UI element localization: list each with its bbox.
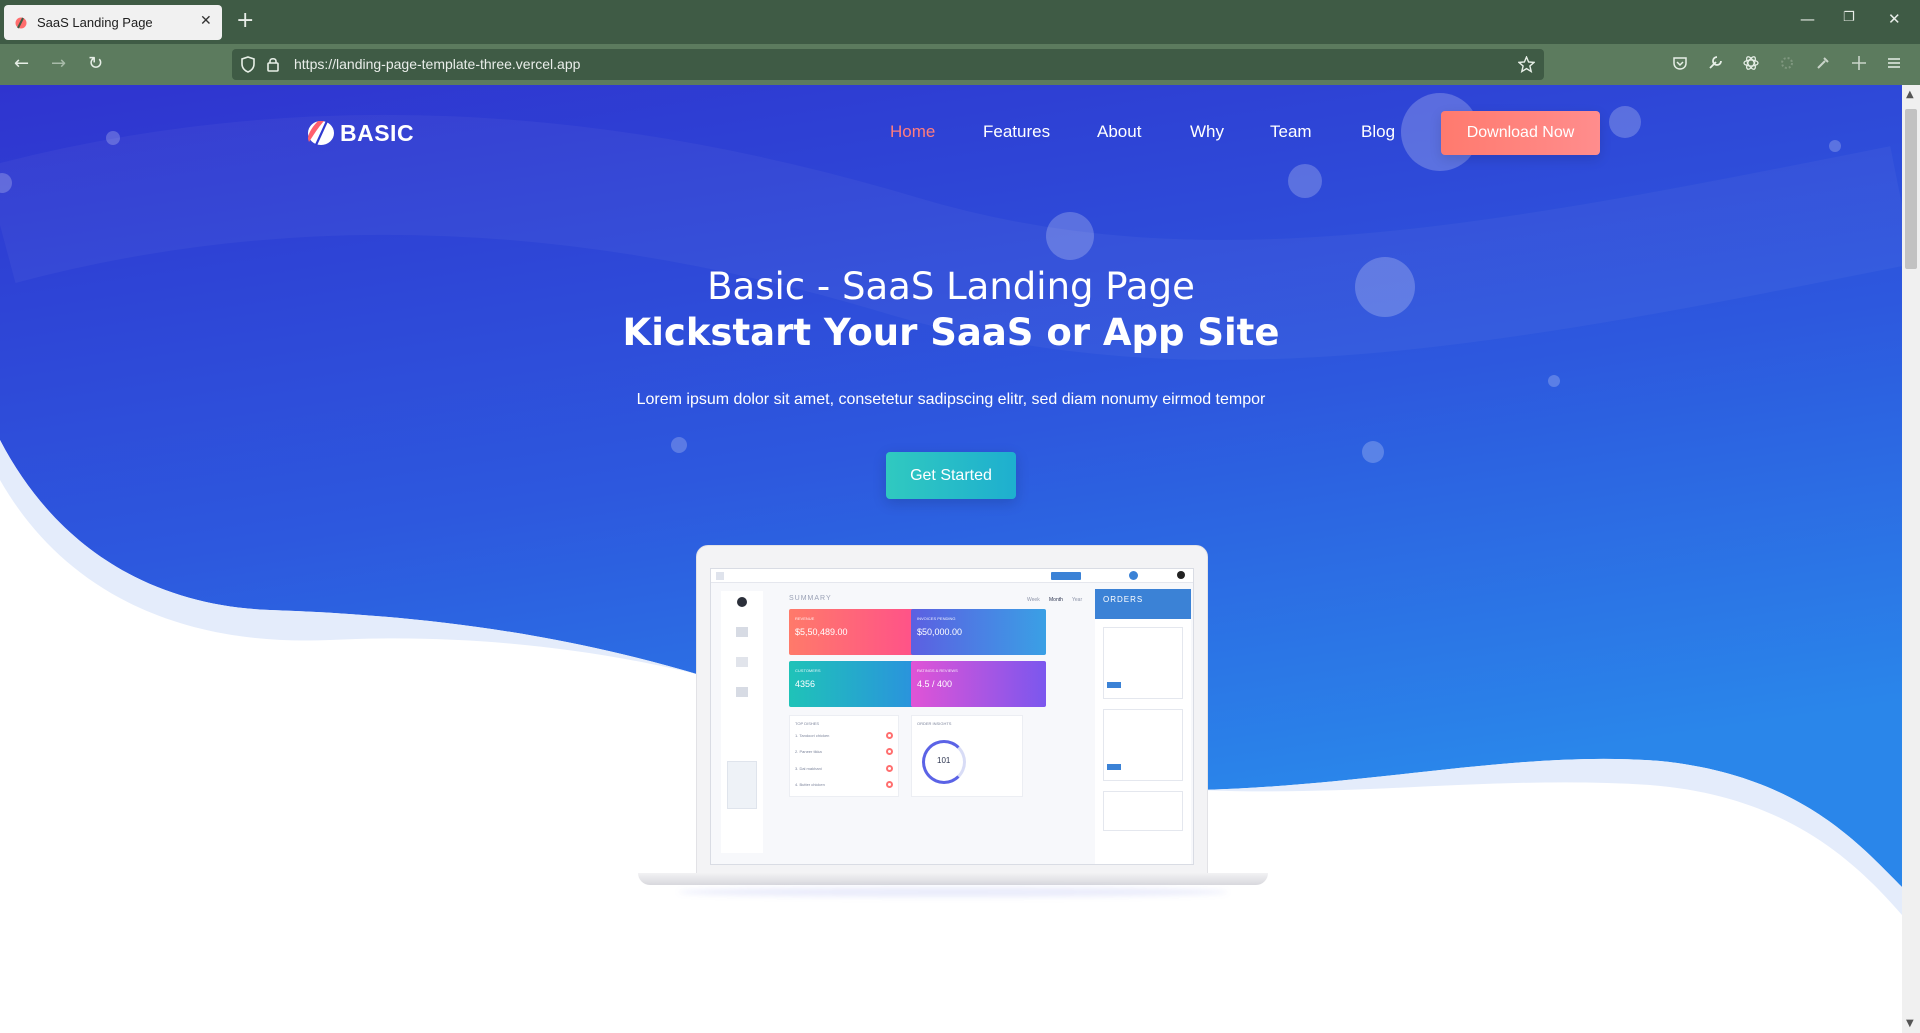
nav-link-why[interactable]: Why (1190, 122, 1224, 142)
logo-mark-icon (308, 120, 334, 146)
hero-title: Basic - SaaS Landing Page (707, 265, 1195, 308)
back-icon[interactable]: ← (14, 53, 29, 75)
url-text: https://landing-page-template-three.verc… (294, 56, 581, 72)
scroll-up-icon[interactable]: ▲ (1906, 89, 1914, 100)
tab-week: Week (1027, 597, 1040, 603)
shield-icon[interactable] (240, 56, 256, 73)
address-bar[interactable]: https://landing-page-template-three.verc… (232, 49, 1544, 80)
extension-gear-icon[interactable] (1779, 55, 1795, 71)
tab-title: SaaS Landing Page (37, 15, 153, 30)
close-window-icon[interactable]: ✕ (1888, 10, 1901, 28)
reload-icon[interactable]: ↻ (88, 53, 103, 75)
scrollbar-thumb[interactable] (1905, 109, 1917, 269)
measure-icon[interactable] (1851, 55, 1867, 71)
bookmark-star-icon[interactable] (1518, 56, 1535, 73)
hero-subtitle: Lorem ipsum dolor sit amet, consetetur s… (636, 391, 1266, 408)
minimize-icon[interactable]: — (1800, 10, 1815, 28)
dashboard-topbar (711, 569, 1193, 583)
hero-headline: Kickstart Your SaaS or App Site (622, 311, 1280, 354)
menu-hamburger-icon[interactable] (1886, 55, 1902, 71)
top-dishes-panel: TOP DISHES 1. Tandoori chicken 2. Paneer… (789, 715, 899, 797)
eyedropper-icon[interactable] (1815, 55, 1831, 71)
react-devtools-icon[interactable] (1743, 55, 1759, 71)
lock-icon[interactable] (266, 56, 280, 73)
pocket-icon[interactable] (1672, 55, 1688, 71)
summary-label: SUMMARY (789, 595, 832, 602)
page-viewport: BASIC Home Features About Why Team Blog … (0, 85, 1902, 1033)
customers-card: CUSTOMERS 4356 (789, 661, 924, 707)
tab-month: Month (1049, 597, 1063, 603)
nav-link-about[interactable]: About (1097, 122, 1141, 142)
revenue-card: REVENUE $5,50,489.00 (789, 609, 924, 655)
nav-link-team[interactable]: Team (1270, 122, 1312, 142)
site-favicon-icon (15, 17, 27, 29)
new-tab-button[interactable]: + (236, 8, 254, 34)
wrench-icon[interactable] (1707, 55, 1723, 71)
logo-text: BASIC (340, 120, 415, 146)
tab-close-icon[interactable]: ✕ (200, 13, 212, 29)
forward-icon[interactable]: → (51, 53, 66, 75)
browser-tab-bar: SaaS Landing Page ✕ + — ❐ ✕ (0, 0, 1920, 44)
nav-link-features[interactable]: Features (983, 122, 1050, 142)
page-scrollbar[interactable]: ▲ ▼ (1902, 85, 1920, 1033)
ratings-card: RATINGS & REVIEWS 4.5 / 400 (911, 661, 1046, 707)
nav-link-home[interactable]: Home (890, 122, 935, 142)
nav-link-blog[interactable]: Blog (1361, 122, 1395, 142)
browser-tab[interactable]: SaaS Landing Page ✕ (4, 5, 222, 40)
dashboard-screenshot: SUMMARY Week Month Year REVENUE $5,50,48… (710, 568, 1194, 865)
tab-year: Year (1072, 597, 1083, 603)
scroll-down-icon[interactable]: ▼ (1906, 1018, 1914, 1029)
download-now-button[interactable]: Download Now (1441, 111, 1600, 155)
restore-icon[interactable]: ❐ (1843, 10, 1855, 25)
laptop-base (638, 873, 1268, 885)
get-started-button[interactable]: Get Started (886, 452, 1016, 499)
browser-nav-bar: ← → ↻ https://landing-page-template-thre… (0, 44, 1920, 85)
dashboard-sidebar (721, 591, 763, 853)
laptop-mockup: SUMMARY Week Month Year REVENUE $5,50,48… (638, 545, 1268, 897)
invoices-card: INVOICES PENDING $50,000.00 (911, 609, 1046, 655)
orders-panel: ORDERS (1095, 589, 1191, 864)
order-insights-panel: ORDER INSIGHTS 101 (911, 715, 1023, 797)
